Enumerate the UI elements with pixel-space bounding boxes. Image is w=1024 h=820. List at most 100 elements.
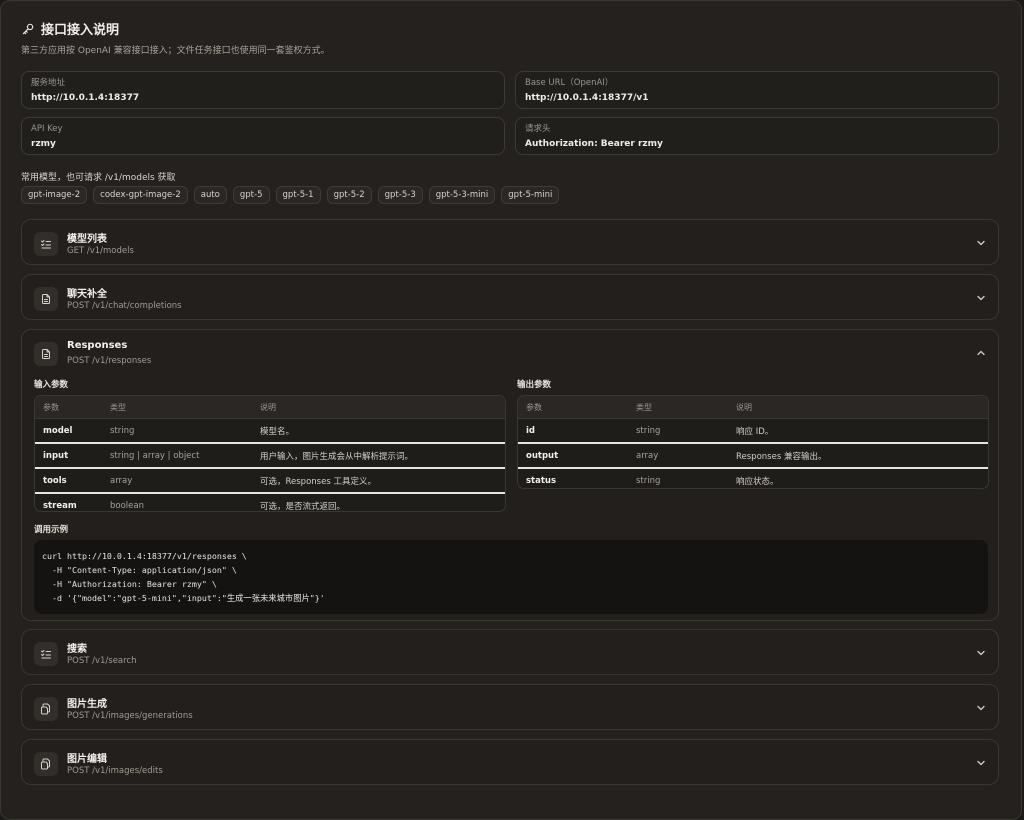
section-endpoint: POST /v1/responses (67, 356, 152, 366)
section-models[interactable]: 模型列表 GET /v1/models (21, 219, 999, 265)
param-desc: 可选，Responses 工具定义。 (260, 476, 376, 487)
section-title: 模型列表 (67, 234, 107, 245)
table-row: stream boolean 可选，是否流式返回。 (35, 492, 505, 512)
page-title: 接口接入说明 (41, 23, 120, 38)
panel-header: 接口接入说明 (21, 19, 119, 38)
table-row: id string 响应 ID。 (518, 418, 988, 442)
model-chips: gpt-image-2 codex-gpt-image-2 auto gpt-5… (21, 186, 560, 204)
param-type: string | array | object (110, 450, 200, 461)
table-row: input string | array | object 用户输入，图片生成会… (35, 442, 505, 467)
api-integration-panel: 接口接入说明 第三方应用按 OpenAI 兼容接口接入；文件任务接口也使用同一套… (0, 0, 1022, 820)
chevron-down-icon[interactable] (976, 758, 986, 768)
field-label: Base URL（OpenAI） (525, 78, 614, 88)
param-desc: 模型名。 (260, 426, 295, 437)
model-chip[interactable]: codex-gpt-image-2 (93, 186, 188, 204)
section-endpoint: POST /v1/chat/completions (67, 301, 182, 311)
chevron-down-icon[interactable] (976, 703, 986, 713)
field-value[interactable]: http://10.0.1.4:18377/v1 (525, 93, 989, 104)
api-key-field[interactable]: API Key rzmy (21, 117, 505, 155)
section-title: 图片生成 (67, 699, 107, 710)
section-title: 搜索 (67, 644, 87, 655)
column-header: 参数 (526, 402, 542, 412)
section-title: 图片编辑 (67, 754, 107, 765)
param-name: stream (43, 500, 77, 511)
param-name: output (526, 450, 559, 461)
section-title: 聊天补全 (67, 289, 107, 300)
document-icon (34, 287, 58, 311)
field-label: 服务地址 (31, 78, 66, 88)
section-responses[interactable]: Responses POST /v1/responses 输入参数 输出参数 参… (21, 329, 999, 621)
page-subtitle: 第三方应用按 OpenAI 兼容接口接入；文件任务接口也使用同一套鉴权方式。 (21, 46, 330, 56)
model-chip[interactable]: gpt-5-3 (377, 186, 423, 204)
param-name: id (526, 425, 535, 436)
output-params-label: 输出参数 (517, 380, 552, 390)
input-params-label: 输入参数 (34, 380, 69, 390)
field-value[interactable]: rzmy (31, 139, 495, 150)
section-chat-completions[interactable]: 聊天补全 POST /v1/chat/completions (21, 274, 999, 320)
key-icon (21, 22, 35, 36)
base-url-field[interactable]: Base URL（OpenAI） http://10.0.1.4:18377/v… (515, 71, 999, 109)
field-value[interactable]: Authorization: Bearer rzmy (525, 139, 989, 150)
param-desc: 用户输入，图片生成会从中解析提示词。 (260, 451, 414, 462)
output-params-table: 参数 类型 说明 id string 响应 ID。 output array R… (517, 395, 989, 489)
chevron-up-icon[interactable] (976, 348, 986, 358)
param-type: boolean (110, 500, 144, 511)
section-image-generations[interactable]: 图片生成 POST /v1/images/generations (21, 684, 999, 730)
param-desc: Responses 兼容输出。 (736, 451, 827, 462)
param-desc: 响应 ID。 (736, 426, 774, 437)
param-name: tools (43, 475, 67, 486)
files-icon (34, 697, 58, 721)
model-chip[interactable]: gpt-5-mini (501, 186, 560, 204)
param-name: model (43, 425, 73, 436)
column-header: 说明 (260, 402, 276, 412)
code-example-text[interactable]: curl http://10.0.1.4:18377/v1/responses … (42, 549, 980, 605)
table-row: tools array 可选，Responses 工具定义。 (35, 467, 505, 492)
param-name: status (526, 475, 557, 486)
example-label: 调用示例 (34, 525, 69, 535)
code-example[interactable]: curl http://10.0.1.4:18377/v1/responses … (34, 540, 988, 614)
column-header: 类型 (636, 402, 652, 412)
section-endpoint: GET /v1/models (67, 246, 134, 256)
param-type: array (110, 475, 133, 486)
chevron-down-icon[interactable] (976, 293, 986, 303)
table-header: 参数 类型 说明 (35, 396, 505, 418)
field-label: 请求头 (525, 124, 551, 134)
list-check-icon (34, 232, 58, 256)
column-header: 参数 (43, 402, 59, 412)
model-chip[interactable]: auto (193, 186, 227, 204)
section-title: Responses (67, 340, 128, 351)
model-chip[interactable]: gpt-5-3-mini (428, 186, 496, 204)
param-desc: 可选，是否流式返回。 (260, 501, 346, 512)
section-endpoint: POST /v1/search (67, 656, 137, 666)
section-image-edits[interactable]: 图片编辑 POST /v1/images/edits (21, 739, 999, 785)
table-header: 参数 类型 说明 (518, 396, 988, 418)
column-header: 说明 (736, 402, 752, 412)
param-type: string (636, 475, 661, 486)
field-label: API Key (31, 124, 63, 134)
column-header: 类型 (110, 402, 126, 412)
param-type: array (636, 450, 659, 461)
request-header-field[interactable]: 请求头 Authorization: Bearer rzmy (515, 117, 999, 155)
param-desc: 响应状态。 (736, 476, 779, 487)
chevron-down-icon[interactable] (976, 238, 986, 248)
section-endpoint: POST /v1/images/edits (67, 766, 163, 776)
files-icon (34, 752, 58, 776)
service-address-field[interactable]: 服务地址 http://10.0.1.4:18377 (21, 71, 505, 109)
section-search[interactable]: 搜索 POST /v1/search (21, 629, 999, 675)
chevron-down-icon[interactable] (976, 648, 986, 658)
section-endpoint: POST /v1/images/generations (67, 711, 193, 721)
field-value[interactable]: http://10.0.1.4:18377 (31, 93, 495, 104)
input-params-table: 参数 类型 说明 model string 模型名。 input string … (34, 395, 506, 512)
table-row: model string 模型名。 (35, 418, 505, 442)
table-row: output array Responses 兼容输出。 (518, 442, 988, 467)
model-chip[interactable]: gpt-image-2 (21, 186, 88, 204)
param-type: string (110, 425, 135, 436)
param-type: string (636, 425, 661, 436)
models-label: 常用模型，也可请求 /v1/models 获取 (21, 173, 176, 183)
param-name: input (43, 450, 69, 461)
model-chip[interactable]: gpt-5-2 (326, 186, 372, 204)
list-check-icon (34, 642, 58, 666)
document-icon (34, 342, 58, 366)
model-chip[interactable]: gpt-5-1 (275, 186, 321, 204)
model-chip[interactable]: gpt-5 (232, 186, 270, 204)
